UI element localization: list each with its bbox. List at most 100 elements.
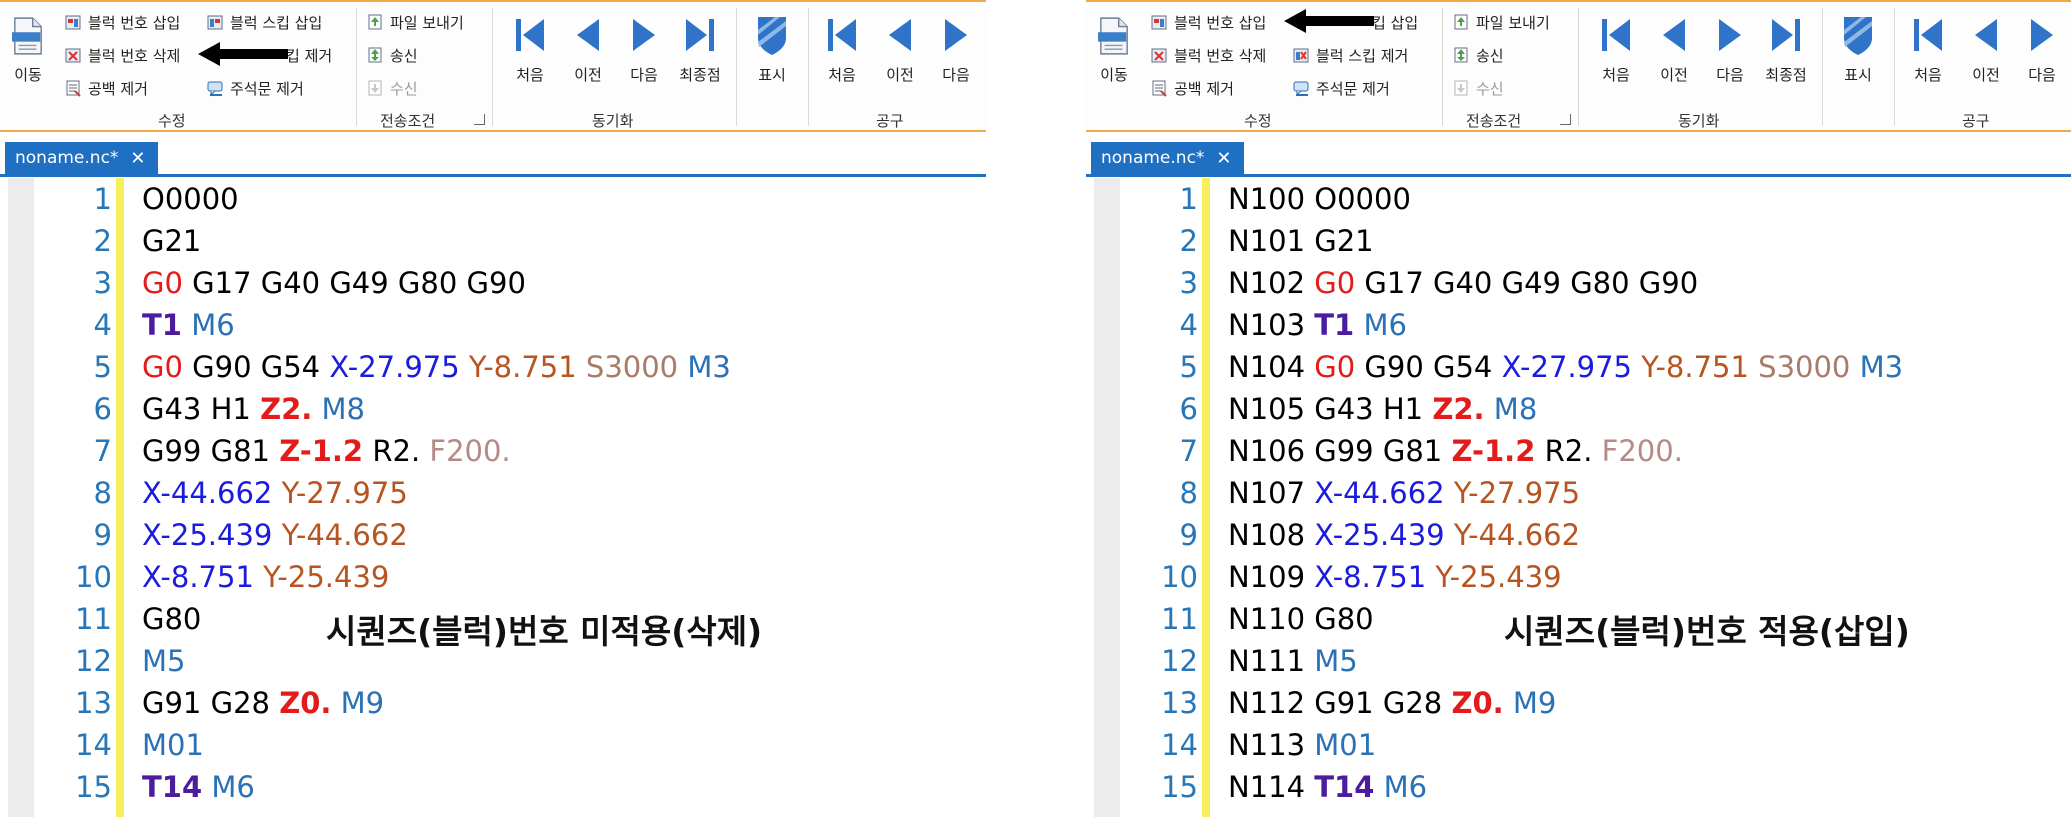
- code-line[interactable]: 7 G99 G81 Z-1.2 R2. F200.: [0, 430, 986, 472]
- document-move-icon: [12, 17, 42, 55]
- code-line[interactable]: 9 X-25.439 Y-44.662: [0, 514, 986, 556]
- remove-comments-button[interactable]: 주석문 제거: [206, 77, 304, 99]
- code-token: G0: [142, 350, 183, 384]
- code-line[interactable]: 10 N109 X-8.751 Y-25.439: [1086, 556, 2071, 598]
- code-line[interactable]: 4 T1 M6: [0, 304, 986, 346]
- code-line[interactable]: 2 N101 G21: [1086, 220, 2071, 262]
- sync-first-button[interactable]: 처음: [1590, 10, 1642, 90]
- code-text: X-25.439 Y-44.662: [142, 514, 408, 556]
- code-text: M5: [142, 640, 185, 682]
- sync-first-button[interactable]: 처음: [504, 10, 556, 90]
- receive-button[interactable]: 수신: [1452, 77, 1504, 99]
- code-line[interactable]: 7 N106 G99 G81 Z-1.2 R2. F200.: [1086, 430, 2071, 472]
- tab-file[interactable]: noname.nc* ✕: [1091, 142, 1244, 174]
- sync-next-button[interactable]: 다음: [618, 10, 670, 90]
- code-line[interactable]: 3 G0 G17 G40 G49 G80 G90: [0, 262, 986, 304]
- code-token: Z-1.2: [279, 434, 364, 468]
- previous-icon: [1975, 19, 1997, 51]
- code-line[interactable]: 6 N105 G43 H1 Z2. M8: [1086, 388, 2071, 430]
- tools-first-button[interactable]: 처음: [816, 10, 868, 90]
- receive-button[interactable]: 수신: [366, 77, 418, 99]
- code-token: X-25.439: [142, 518, 273, 552]
- tools-prev-button[interactable]: 이전: [1960, 10, 2012, 90]
- show-button[interactable]: 표시: [1832, 10, 1884, 90]
- code-line[interactable]: 9 N108 X-25.439 Y-44.662: [1086, 514, 2071, 556]
- code-line[interactable]: 8 X-44.662 Y-27.975: [0, 472, 986, 514]
- insert-block-number-button[interactable]: 블럭 번호 삽입: [64, 11, 180, 33]
- code-text: X-8.751 Y-25.439: [142, 556, 389, 598]
- code-line[interactable]: 1 O0000: [0, 178, 986, 220]
- sync-last-button[interactable]: 최종점: [1760, 10, 1812, 90]
- code-editor[interactable]: 1 O0000 2 G21 3 G0 G17 G40 G49 G80 G90 4 T1 M6 5…: [0, 178, 986, 817]
- line-number: 5: [93, 350, 112, 384]
- tools-next-button[interactable]: 다음: [2016, 10, 2068, 90]
- code-token: X-27.975: [329, 350, 460, 384]
- code-line[interactable]: 4 N103 T1 M6: [1086, 304, 2071, 346]
- next-icon: [1719, 19, 1741, 51]
- send-file-button[interactable]: 파일 보내기: [1452, 11, 1550, 33]
- code-line[interactable]: 14 N113 M01: [1086, 724, 2071, 766]
- move-button[interactable]: 이동: [1090, 10, 1138, 90]
- code-line[interactable]: 15 T14 M6: [0, 766, 986, 808]
- send-file-button[interactable]: 파일 보내기: [366, 11, 464, 33]
- group-separator: [1578, 8, 1579, 126]
- code-line[interactable]: 10 X-8.751 Y-25.439: [0, 556, 986, 598]
- insert-block-number-button[interactable]: 블럭 번호 삽입: [1150, 11, 1266, 33]
- code-line[interactable]: 5 N104 G0 G90 G54 X-27.975 Y-8.751 S3000 …: [1086, 346, 2071, 388]
- ribbon: 이동 블럭 번호 삽입 킵 삽입 블럭 번호 삭제 블럭 스킵 제거 공백 제거…: [1086, 0, 2071, 132]
- delete-block-number-button[interactable]: 블럭 번호 삭제: [1150, 44, 1266, 66]
- code-text: N109 X-8.751 Y-25.439: [1228, 556, 1562, 598]
- remove-whitespace-button[interactable]: 공백 제거: [1150, 77, 1234, 99]
- tools-prev-button[interactable]: 이전: [874, 10, 926, 90]
- close-icon[interactable]: ✕: [1216, 148, 1231, 169]
- group-sync-label: 동기화: [592, 112, 634, 130]
- delete-block-number-button[interactable]: 블럭 번호 삭제: [64, 44, 180, 66]
- transmit-button[interactable]: 송신: [366, 44, 418, 66]
- code-line[interactable]: 14 M01: [0, 724, 986, 766]
- line-number: 3: [93, 266, 112, 300]
- line-number: 14: [75, 728, 112, 762]
- remove-whitespace-button[interactable]: 공백 제거: [64, 77, 148, 99]
- show-button[interactable]: 표시: [746, 10, 798, 90]
- close-icon[interactable]: ✕: [130, 148, 145, 169]
- code-line[interactable]: 1 N100 O0000: [1086, 178, 2071, 220]
- code-line[interactable]: 6 G43 H1 Z2. M8: [0, 388, 986, 430]
- code-line[interactable]: 13 G91 G28 Z0. M9: [0, 682, 986, 724]
- code-line[interactable]: 15 N114 T14 M6: [1086, 766, 2071, 808]
- code-text: T1 M6: [142, 304, 235, 346]
- transmit-button[interactable]: 송신: [1452, 44, 1504, 66]
- move-button[interactable]: 이동: [4, 10, 52, 90]
- sync-prev-button[interactable]: 이전: [562, 10, 614, 90]
- code-editor[interactable]: 1 N100 O0000 2 N101 G21 3 N102 G0 G17 G40 G49…: [1086, 178, 2071, 817]
- sync-next-button[interactable]: 다음: [1704, 10, 1756, 90]
- remove-comments-button[interactable]: 주석문 제거: [1292, 77, 1390, 99]
- code-line[interactable]: 2 G21: [0, 220, 986, 262]
- code-token: N111: [1228, 644, 1315, 678]
- sync-last-label: 최종점: [679, 66, 721, 84]
- group-transfer-launcher[interactable]: [474, 114, 485, 125]
- insert-block-skip-button[interactable]: 킵 삽입: [1372, 11, 1418, 33]
- tools-first-button[interactable]: 처음: [1902, 10, 1954, 90]
- sync-prev-button[interactable]: 이전: [1648, 10, 1700, 90]
- insert-block-skip-label: 블럭 스킵 삽입: [230, 13, 323, 32]
- remove-block-skip-button[interactable]: 킵 제거: [286, 44, 332, 66]
- code-token: T1: [1314, 308, 1355, 342]
- code-token: Y-44.662: [281, 518, 408, 552]
- code-line[interactable]: 5 G0 G90 G54 X-27.975 Y-8.751 S3000 M3: [0, 346, 986, 388]
- code-token: G21: [142, 224, 202, 258]
- tools-next-button[interactable]: 다음: [930, 10, 982, 90]
- code-token: Z0.: [279, 686, 332, 720]
- sync-last-button[interactable]: 최종점: [674, 10, 726, 90]
- code-line[interactable]: 13 N112 G91 G28 Z0. M9: [1086, 682, 2071, 724]
- group-transfer-launcher[interactable]: [1560, 114, 1571, 125]
- code-line[interactable]: 3 N102 G0 G17 G40 G49 G80 G90: [1086, 262, 2071, 304]
- tab-file[interactable]: noname.nc* ✕: [5, 142, 158, 174]
- remove-block-skip-button[interactable]: 블럭 스킵 제거: [1292, 44, 1408, 66]
- insert-block-skip-button[interactable]: 블럭 스킵 삽입: [206, 11, 322, 33]
- transmit-label: 송신: [390, 46, 418, 65]
- code-line[interactable]: 8 N107 X-44.662 Y-27.975: [1086, 472, 2071, 514]
